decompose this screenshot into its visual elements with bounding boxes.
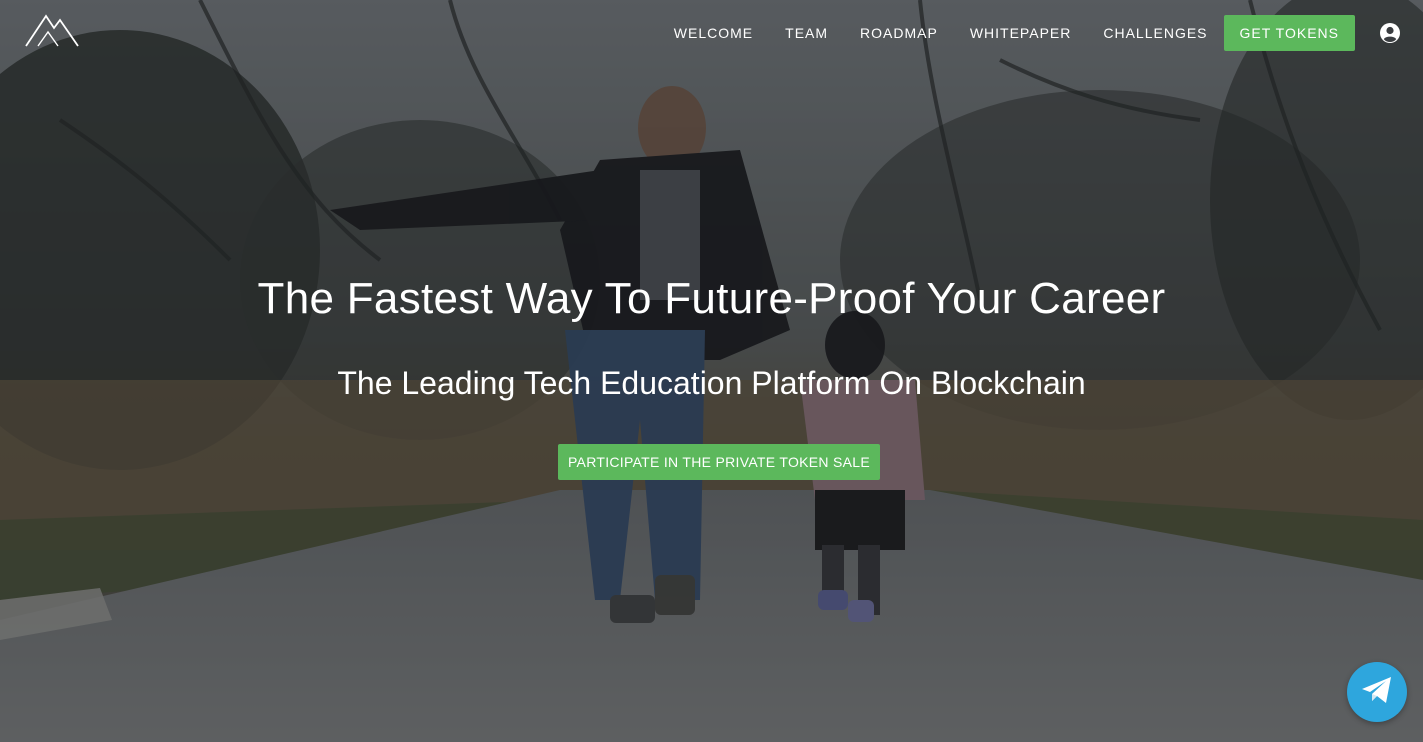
private-token-sale-button[interactable]: PARTICIPATE IN THE PRIVATE TOKEN SALE (558, 444, 880, 480)
top-navigation: WELCOME TEAM ROADMAP WHITEPAPER CHALLENG… (0, 0, 1423, 66)
mountain-logo-icon[interactable] (24, 12, 80, 50)
telegram-icon (1360, 675, 1394, 710)
hero-subtitle: The Leading Tech Education Platform On B… (337, 365, 1086, 401)
telegram-button[interactable] (1347, 662, 1407, 722)
nav-item-roadmap[interactable]: ROADMAP (844, 15, 954, 51)
get-tokens-button[interactable]: GET TOKENS (1223, 15, 1355, 51)
nav-item-whitepaper[interactable]: WHITEPAPER (954, 15, 1088, 51)
nav-item-welcome[interactable]: WELCOME (658, 15, 769, 51)
hero-title: The Fastest Way To Future-Proof Your Car… (257, 274, 1166, 323)
hero-section: WELCOME TEAM ROADMAP WHITEPAPER CHALLENG… (0, 0, 1423, 742)
nav-menu: WELCOME TEAM ROADMAP WHITEPAPER CHALLENG… (658, 15, 1423, 51)
nav-item-challenges[interactable]: CHALLENGES (1087, 15, 1223, 51)
user-circle-icon[interactable] (1379, 22, 1401, 44)
nav-item-team[interactable]: TEAM (769, 15, 844, 51)
